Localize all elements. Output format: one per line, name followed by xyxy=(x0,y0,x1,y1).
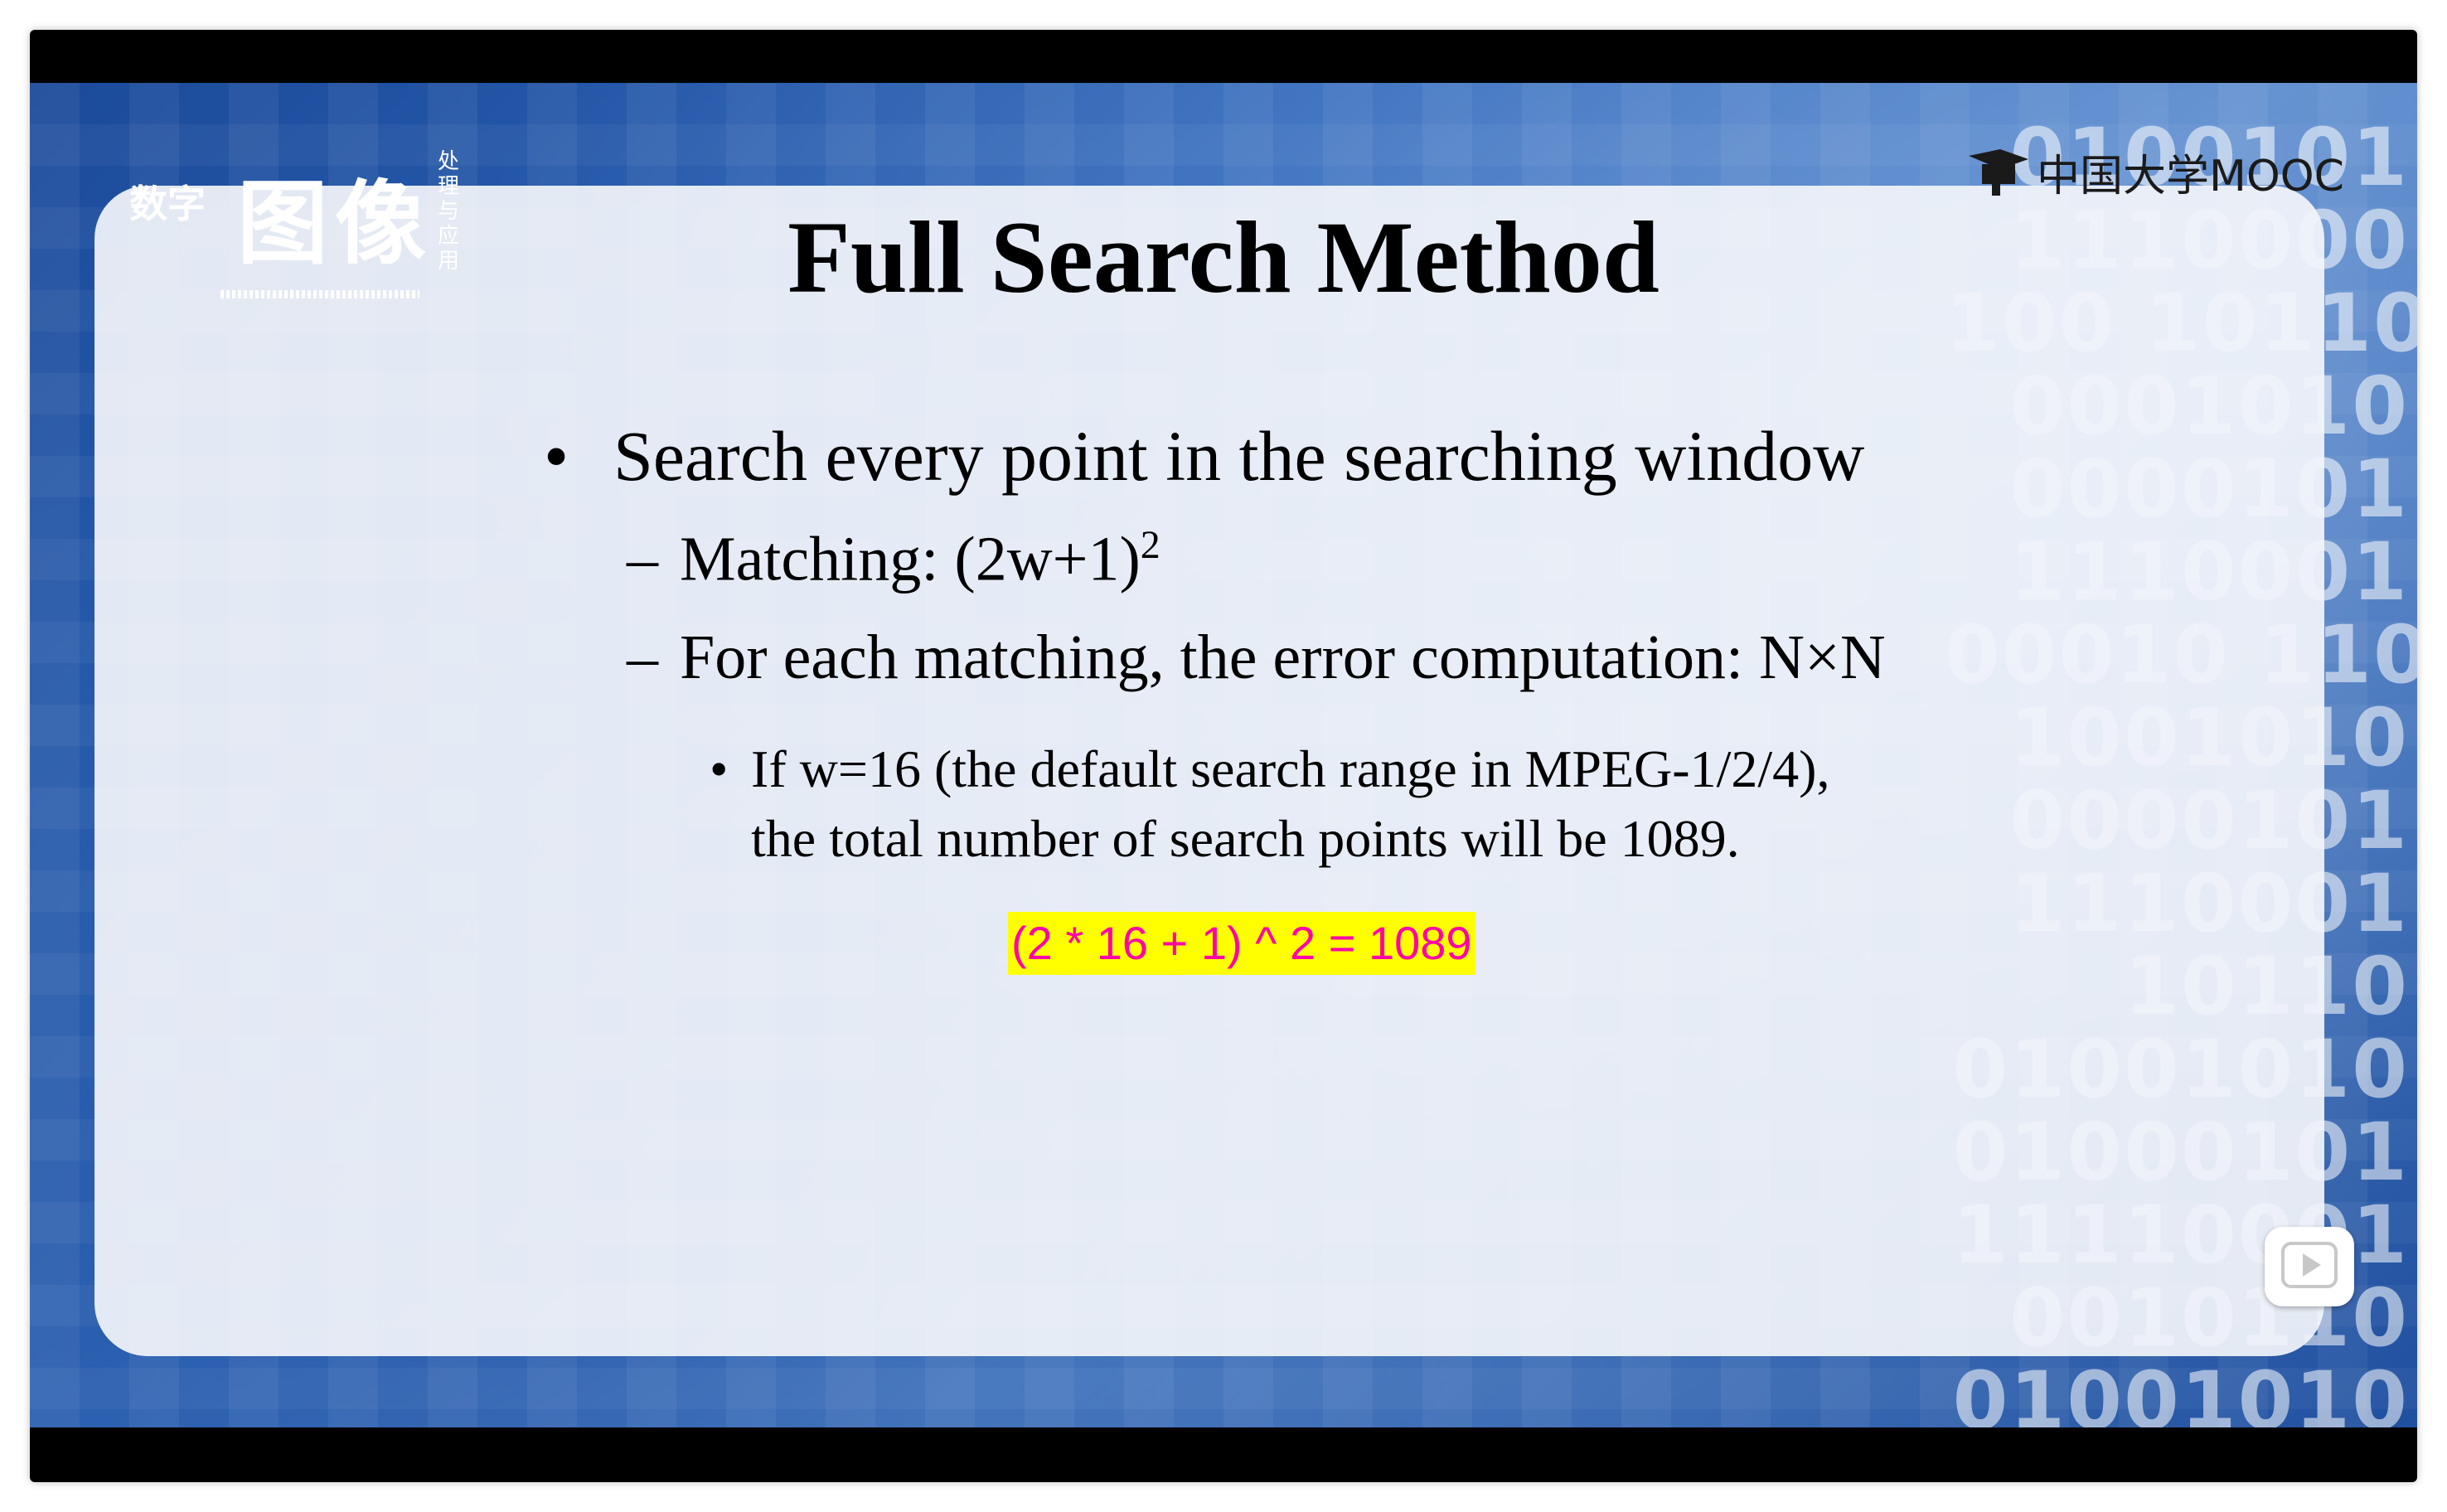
mooc-label: 中国大学MOOC xyxy=(2036,152,2344,201)
superscript: 2 xyxy=(1140,523,1161,567)
sub-sub-bullet-line: If w=16 (the default search range in MPE… xyxy=(751,739,1830,798)
sub-sub-bullet-line: the total number of search points will b… xyxy=(751,809,1740,868)
sub-bullet-text: Matching: (2w+1) xyxy=(680,524,1141,594)
sub-bullet-text: For each matching, the error computation… xyxy=(680,623,1886,692)
play-icon xyxy=(2265,1227,2354,1306)
slide-title: Full Search Method xyxy=(787,201,1660,314)
highlighted-formula: (2 * 16 + 1) ^ 2 = 1089 xyxy=(1008,912,1475,975)
bullet-text: Search every point in the searching wind… xyxy=(613,416,1865,496)
play-button[interactable] xyxy=(2265,1227,2354,1306)
dash-marker: – xyxy=(627,524,658,594)
sub-bullet-error: – For each matching, the error computatio… xyxy=(627,622,1886,694)
sub-bullet-matching: – Matching: (2w+1)2 xyxy=(627,522,1161,595)
bullet-item: • Search every point in the searching win… xyxy=(544,414,1864,497)
video-player-window: 0100101 1110000 100 10110 0001010 000010… xyxy=(30,30,2417,1482)
mooc-logo-icon xyxy=(1967,148,2030,197)
mooc-watermark: 中国大学MOOC xyxy=(1967,141,2344,203)
bullet-marker: • xyxy=(544,416,569,496)
bullet-marker: • xyxy=(710,739,729,798)
video-frame[interactable]: 0100101 1110000 100 10110 0001010 000010… xyxy=(30,83,2417,1427)
binary-row: 01001010 xyxy=(1952,1354,2409,1427)
dash-marker: – xyxy=(627,623,658,692)
sub-sub-bullet: • If w=16 (the default search range in MP… xyxy=(710,734,1829,874)
